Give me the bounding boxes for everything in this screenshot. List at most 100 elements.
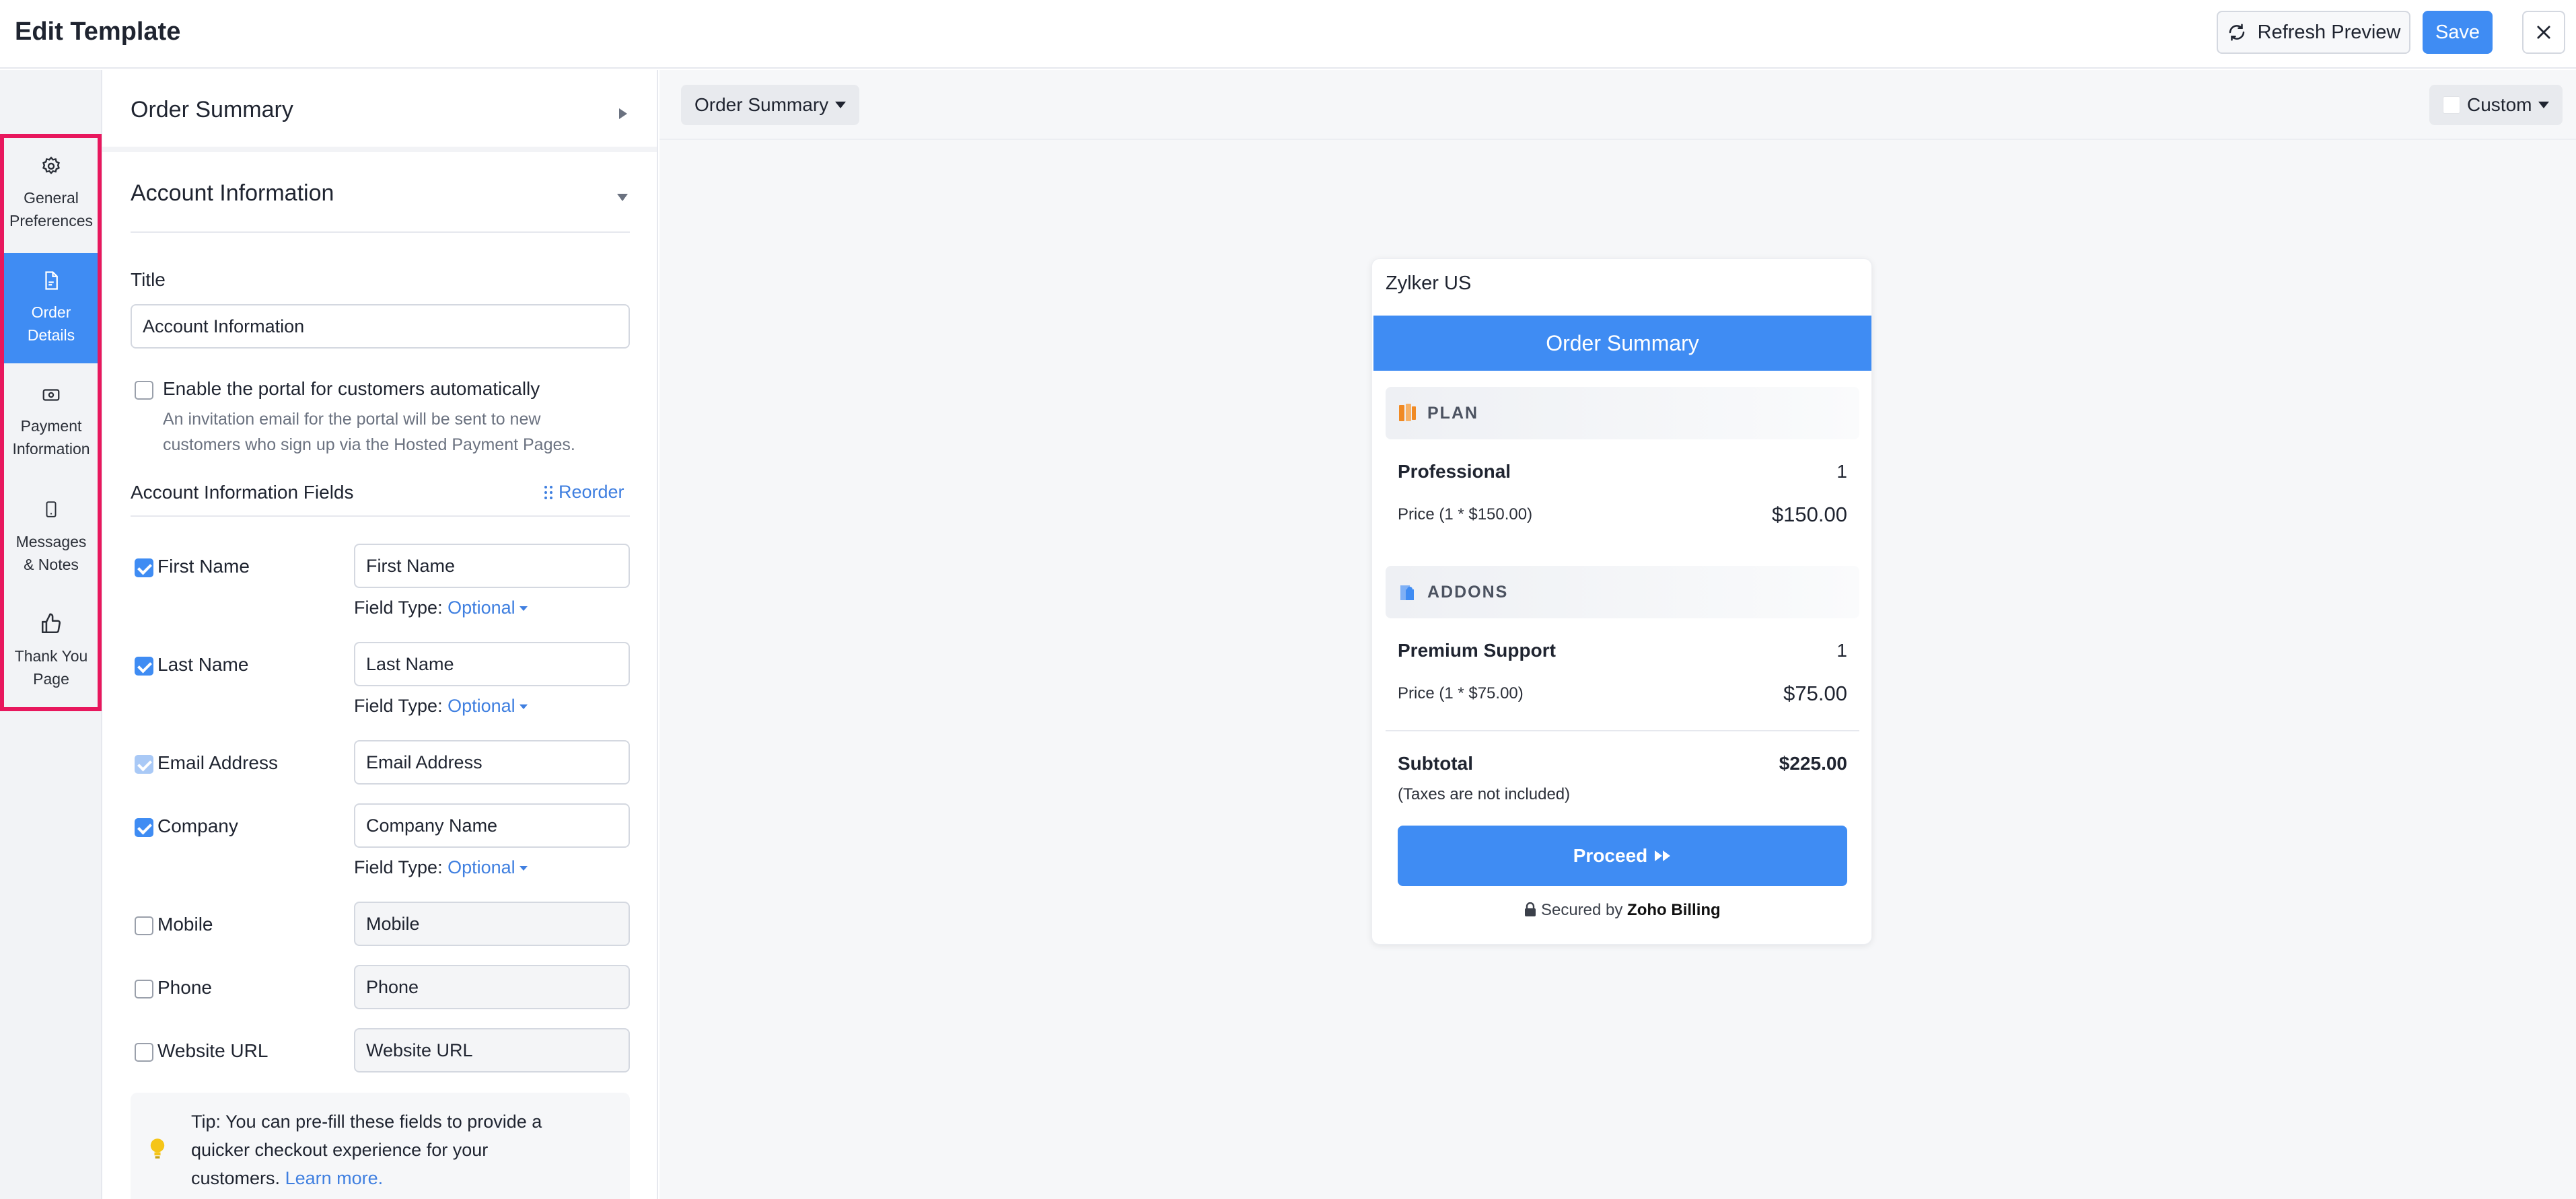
tip-line: customers. Learn more. xyxy=(191,1164,608,1192)
preview-section-dropdown[interactable]: Order Summary xyxy=(681,85,860,125)
email-address-checkbox xyxy=(135,755,153,774)
company-field-type[interactable]: Field Type: Optional xyxy=(354,857,528,878)
field-type-value: Optional xyxy=(448,696,515,716)
last-name-field-type[interactable]: Field Type: Optional xyxy=(354,696,528,717)
refresh-preview-button[interactable]: Refresh Preview xyxy=(2217,11,2410,54)
divider xyxy=(131,231,630,233)
tax-note-row: (Taxes are not included) xyxy=(1398,785,1847,804)
last-name-field[interactable]: Last Name xyxy=(354,642,630,686)
dropdown-value: Custom xyxy=(2467,94,2532,115)
account-information-section-header[interactable]: Account Information xyxy=(102,157,657,233)
subtotal-amount: $225.00 xyxy=(1779,753,1847,774)
tip-line-text: customers. xyxy=(191,1168,281,1188)
divider xyxy=(131,515,630,517)
drag-handle-icon xyxy=(544,485,552,499)
website-url-checkbox[interactable] xyxy=(135,1043,153,1062)
device-size-dropdown[interactable]: Custom xyxy=(2429,85,2563,125)
order-summary-section-header[interactable]: Order Summary xyxy=(102,70,657,152)
addons-heading: ADDONS xyxy=(1427,582,1509,602)
refresh-preview-label: Refresh Preview xyxy=(2257,21,2401,43)
mobile-field[interactable]: Mobile xyxy=(354,902,630,946)
email-address-field[interactable]: Email Address xyxy=(354,740,630,785)
title-input[interactable]: Account Information xyxy=(131,304,630,349)
refresh-icon xyxy=(2229,24,2244,41)
close-icon xyxy=(2537,26,2550,39)
plan-price-label: Price (1 * $150.00) xyxy=(1398,505,1533,523)
mobile-label: Mobile xyxy=(157,914,213,935)
website-url-field[interactable]: Website URL xyxy=(354,1028,630,1073)
field-type-value: Optional xyxy=(448,857,515,877)
enable-portal-help: An invitation email for the portal will … xyxy=(163,406,575,458)
reorder-link[interactable]: Reorder xyxy=(544,482,624,503)
proceed-button[interactable]: Proceed xyxy=(1398,826,1847,886)
chevron-down-icon xyxy=(617,194,628,201)
thumbs-up-icon xyxy=(41,613,61,634)
last-name-checkbox[interactable] xyxy=(135,657,153,676)
tip-line: quicker checkout experience for your xyxy=(191,1140,489,1160)
plan-icon xyxy=(1399,404,1416,421)
chevron-right-icon xyxy=(619,108,627,119)
preview-area: Order Summary Custom Zylker US Order Sum… xyxy=(659,70,2576,1199)
plan-name: Professional xyxy=(1398,461,1511,482)
enable-portal-checkbox[interactable] xyxy=(135,381,153,400)
reorder-label: Reorder xyxy=(559,482,624,502)
caret-down-icon xyxy=(519,704,528,710)
sidebar-item-label: Information xyxy=(12,440,90,458)
section-title: Account Information xyxy=(131,180,334,206)
company-name-field[interactable]: Company Name xyxy=(354,803,630,848)
settings-panel: Order Summary Account Information Title … xyxy=(102,70,658,1199)
order-summary-card: Zylker US Order Summary PLAN Professiona… xyxy=(1371,258,1872,945)
sidebar-item-label: Payment xyxy=(20,417,82,435)
first-name-field-type[interactable]: Field Type: Optional xyxy=(354,597,528,618)
fields-heading: Account Information Fields xyxy=(131,482,354,503)
plan-price-row: Price (1 * $150.00) $150.00 xyxy=(1398,503,1847,527)
sidebar-item-order-details[interactable]: Order Details xyxy=(4,253,98,363)
first-name-checkbox[interactable] xyxy=(135,558,153,577)
plan-heading: PLAN xyxy=(1427,403,1479,423)
addon-price-label: Price (1 * $75.00) xyxy=(1398,684,1524,702)
page-title: Edit Template xyxy=(15,17,181,46)
custom-size-icon xyxy=(2443,96,2460,114)
plan-row: Professional 1 xyxy=(1398,461,1847,482)
first-name-field[interactable]: First Name xyxy=(354,544,630,588)
plan-amount: $150.00 xyxy=(1771,503,1847,526)
dropdown-value: Order Summary xyxy=(694,94,829,115)
plan-group-header: PLAN xyxy=(1386,387,1859,439)
sidebar-item-messages-notes[interactable]: Messages & Notes xyxy=(4,482,98,592)
sidebar-item-thank-you-page[interactable]: Thank You Page xyxy=(4,596,98,706)
sidebar-item-label: Order xyxy=(31,303,71,321)
phone-field[interactable]: Phone xyxy=(354,965,630,1009)
close-button[interactable] xyxy=(2522,11,2565,54)
document-icon xyxy=(45,271,58,290)
lock-icon xyxy=(1525,902,1536,916)
addon-amount: $75.00 xyxy=(1783,682,1847,705)
company-checkbox[interactable] xyxy=(135,818,153,837)
sidebar-item-label: & Notes xyxy=(24,556,79,573)
divider xyxy=(1386,730,1859,731)
sidebar-item-label: General xyxy=(24,189,79,207)
tip-text: Tip: You can pre-fill these fields to pr… xyxy=(191,1107,608,1192)
caret-down-icon xyxy=(519,606,528,612)
save-button[interactable]: Save xyxy=(2423,11,2493,54)
first-name-label: First Name xyxy=(157,556,250,577)
top-bar: Edit Template Refresh Preview Save xyxy=(0,0,2576,69)
mobile-icon xyxy=(46,501,57,517)
website-url-label: Website URL xyxy=(157,1040,269,1061)
subtotal-label: Subtotal xyxy=(1398,753,1473,774)
lightbulb-icon xyxy=(150,1138,165,1159)
settings-sidebar: General Preferences Order Details Paymen… xyxy=(0,70,102,1199)
mobile-checkbox[interactable] xyxy=(135,916,153,935)
learn-more-link[interactable]: Learn more. xyxy=(285,1168,384,1188)
gear-icon xyxy=(42,156,60,175)
addons-group-header: ADDONS xyxy=(1386,566,1859,618)
phone-checkbox[interactable] xyxy=(135,980,153,998)
addon-quantity: 1 xyxy=(1836,640,1847,661)
tip-box: Tip: You can pre-fill these fields to pr… xyxy=(131,1093,630,1199)
help-line: customers who sign up via the Hosted Pay… xyxy=(163,435,575,454)
brand-name: Zoho Billing xyxy=(1627,901,1721,919)
last-name-label: Last Name xyxy=(157,654,249,675)
sidebar-item-payment-information[interactable]: Payment Information xyxy=(4,367,98,478)
sidebar-item-general-preferences[interactable]: General Preferences xyxy=(4,139,98,249)
tax-note: (Taxes are not included) xyxy=(1398,785,1571,803)
caret-down-icon xyxy=(519,866,528,871)
